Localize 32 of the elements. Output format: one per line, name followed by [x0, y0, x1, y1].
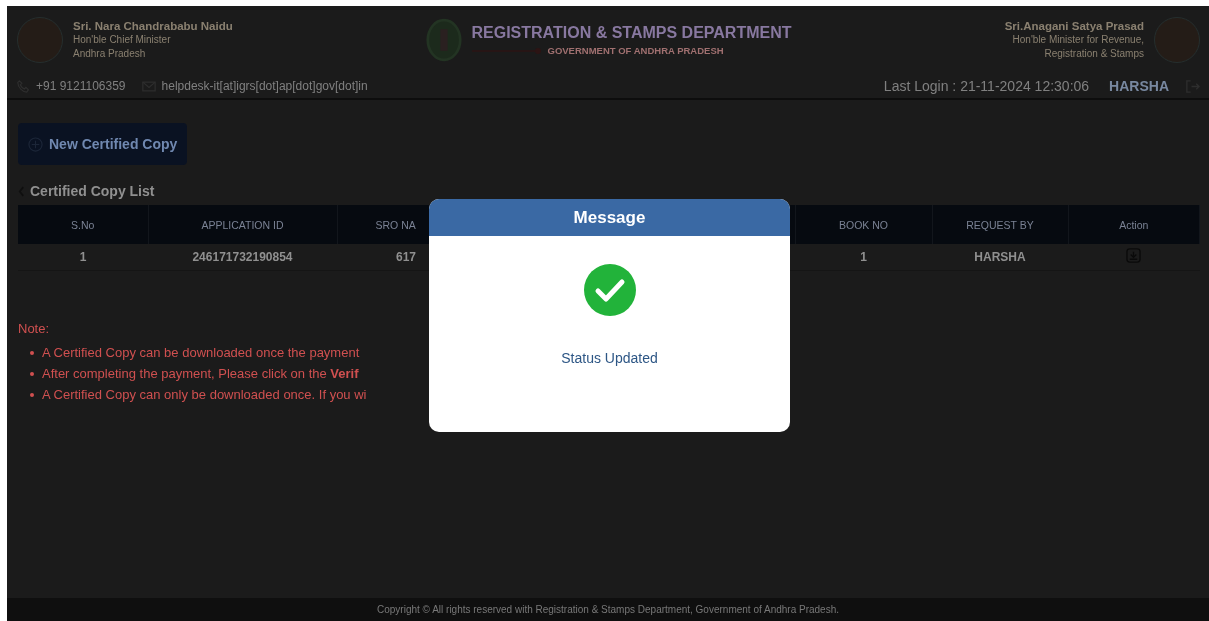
success-check-icon	[583, 264, 636, 316]
last-login: Last Login : 21-11-2024 12:30:06	[883, 78, 1090, 94]
copyright-text: Copyright © All rights reserved with Registration & Stamps Department, Government of Andhra Pradesh.	[377, 604, 839, 615]
status-message: Status Updated	[561, 350, 658, 366]
column-header: S.No	[18, 205, 148, 244]
user-name: HARSHA	[1109, 78, 1169, 94]
email-address: helpdesk-it[at]igrs[dot]ap[dot]gov[dot]in	[161, 79, 368, 93]
official-name: Sri. Nara Chandrababu Naidu	[73, 19, 233, 33]
official-name: Sri.Anagani Satya Prasad	[1004, 19, 1144, 33]
official-title: Hon'ble Chief Minister	[73, 33, 172, 47]
official-title: Hon'ble Minister for Revenue,	[1012, 33, 1144, 47]
list-title: Certified Copy List	[30, 183, 155, 199]
column-header: Action	[1068, 205, 1200, 244]
table-cell: 246171732190854	[148, 244, 337, 271]
official-title: Andhra Pradesh	[73, 47, 147, 61]
new-certified-copy-button[interactable]: New Certified Copy	[18, 123, 188, 165]
table-cell: 1	[18, 244, 148, 271]
department-subtitle: GOVERNMENT OF ANDHRA PRADESH	[547, 45, 724, 56]
phone-number: +91 9121106359	[36, 79, 126, 93]
department-title: REGISTRATION & STAMPS DEPARTMENT	[471, 24, 792, 42]
note-text: A Certified Copy can only be downloaded once. If you wi	[42, 387, 367, 402]
column-header: BOOK NO	[795, 205, 932, 244]
column-header: REQUEST BY	[932, 205, 1068, 244]
note-title: Note:	[18, 321, 50, 336]
table-cell: HARSHA	[932, 244, 1068, 271]
note-text: A Certified Copy can be downloaded once the payment	[42, 345, 360, 360]
table-cell: 1	[795, 244, 932, 271]
note-text: After completing the payment, Please click on the Verif	[42, 366, 359, 381]
column-header: APPLICATION ID	[148, 205, 337, 244]
dialog-title: Message	[573, 207, 646, 228]
official-title: Registration & Stamps	[1044, 47, 1144, 61]
emblem-icon	[425, 18, 462, 62]
